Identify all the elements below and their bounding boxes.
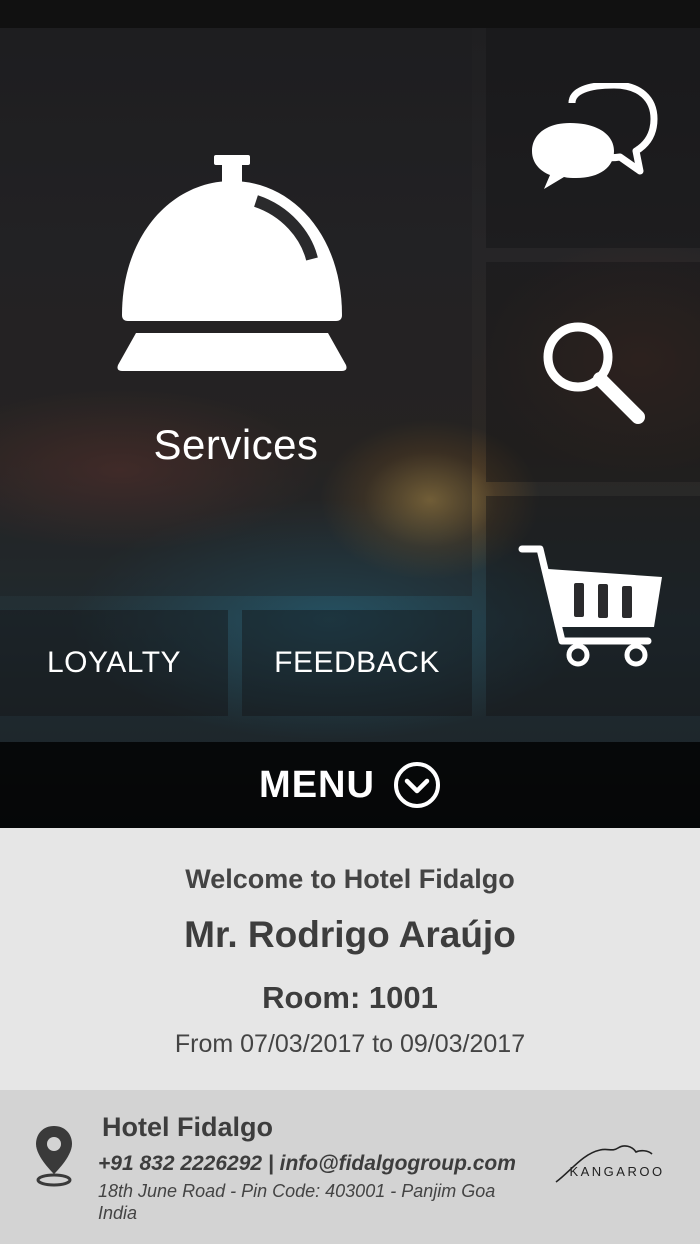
kangaroo-brand-text: KANGAROO — [569, 1164, 664, 1179]
loyalty-tile[interactable]: LOYALTY — [0, 610, 228, 716]
stay-dates: From 07/03/2017 to 09/03/2017 — [174, 1030, 526, 1058]
footer-address: 18th June Road - Pin Code: 403001 - Panj… — [98, 1181, 496, 1223]
status-bar — [0, 0, 700, 28]
location-pin-icon — [36, 1126, 72, 1187]
bell-icon — [117, 155, 347, 371]
cart-tile[interactable] — [486, 496, 700, 716]
search-tile[interactable] — [486, 262, 700, 482]
hotel-footer: Hotel Fidalgo +91 832 2226292 | info@fid… — [0, 1090, 700, 1244]
chat-tile[interactable] — [486, 28, 700, 248]
loyalty-label: LOYALTY — [46, 646, 182, 679]
chevron-down-circle-icon — [393, 762, 440, 808]
room-number: Room: 1001 — [262, 980, 438, 1015]
guest-name: Mr. Rodrigo Araújo — [184, 914, 516, 955]
welcome-panel: Welcome to Hotel Fidalgo Mr. Rodrigo Ara… — [0, 828, 700, 1090]
menu-toggle-bar[interactable]: MENU — [0, 742, 700, 828]
footer-hotel-name: Hotel Fidalgo — [102, 1112, 273, 1142]
feedback-tile[interactable]: FEEDBACK — [242, 610, 472, 716]
search-icon — [543, 322, 645, 424]
chat-bubbles-icon — [532, 83, 658, 189]
services-tile[interactable]: Services — [0, 28, 472, 596]
kangaroo-logo: KANGAROO — [552, 1142, 682, 1191]
feedback-label: FEEDBACK — [274, 646, 440, 679]
shopping-cart-icon — [518, 545, 662, 667]
services-label: Services — [153, 421, 319, 468]
footer-contact[interactable]: +91 832 2226292 | info@fidalgogroup.com — [98, 1152, 516, 1176]
menu-label: MENU — [259, 763, 375, 806]
welcome-greeting: Welcome to Hotel Fidalgo — [185, 864, 515, 894]
